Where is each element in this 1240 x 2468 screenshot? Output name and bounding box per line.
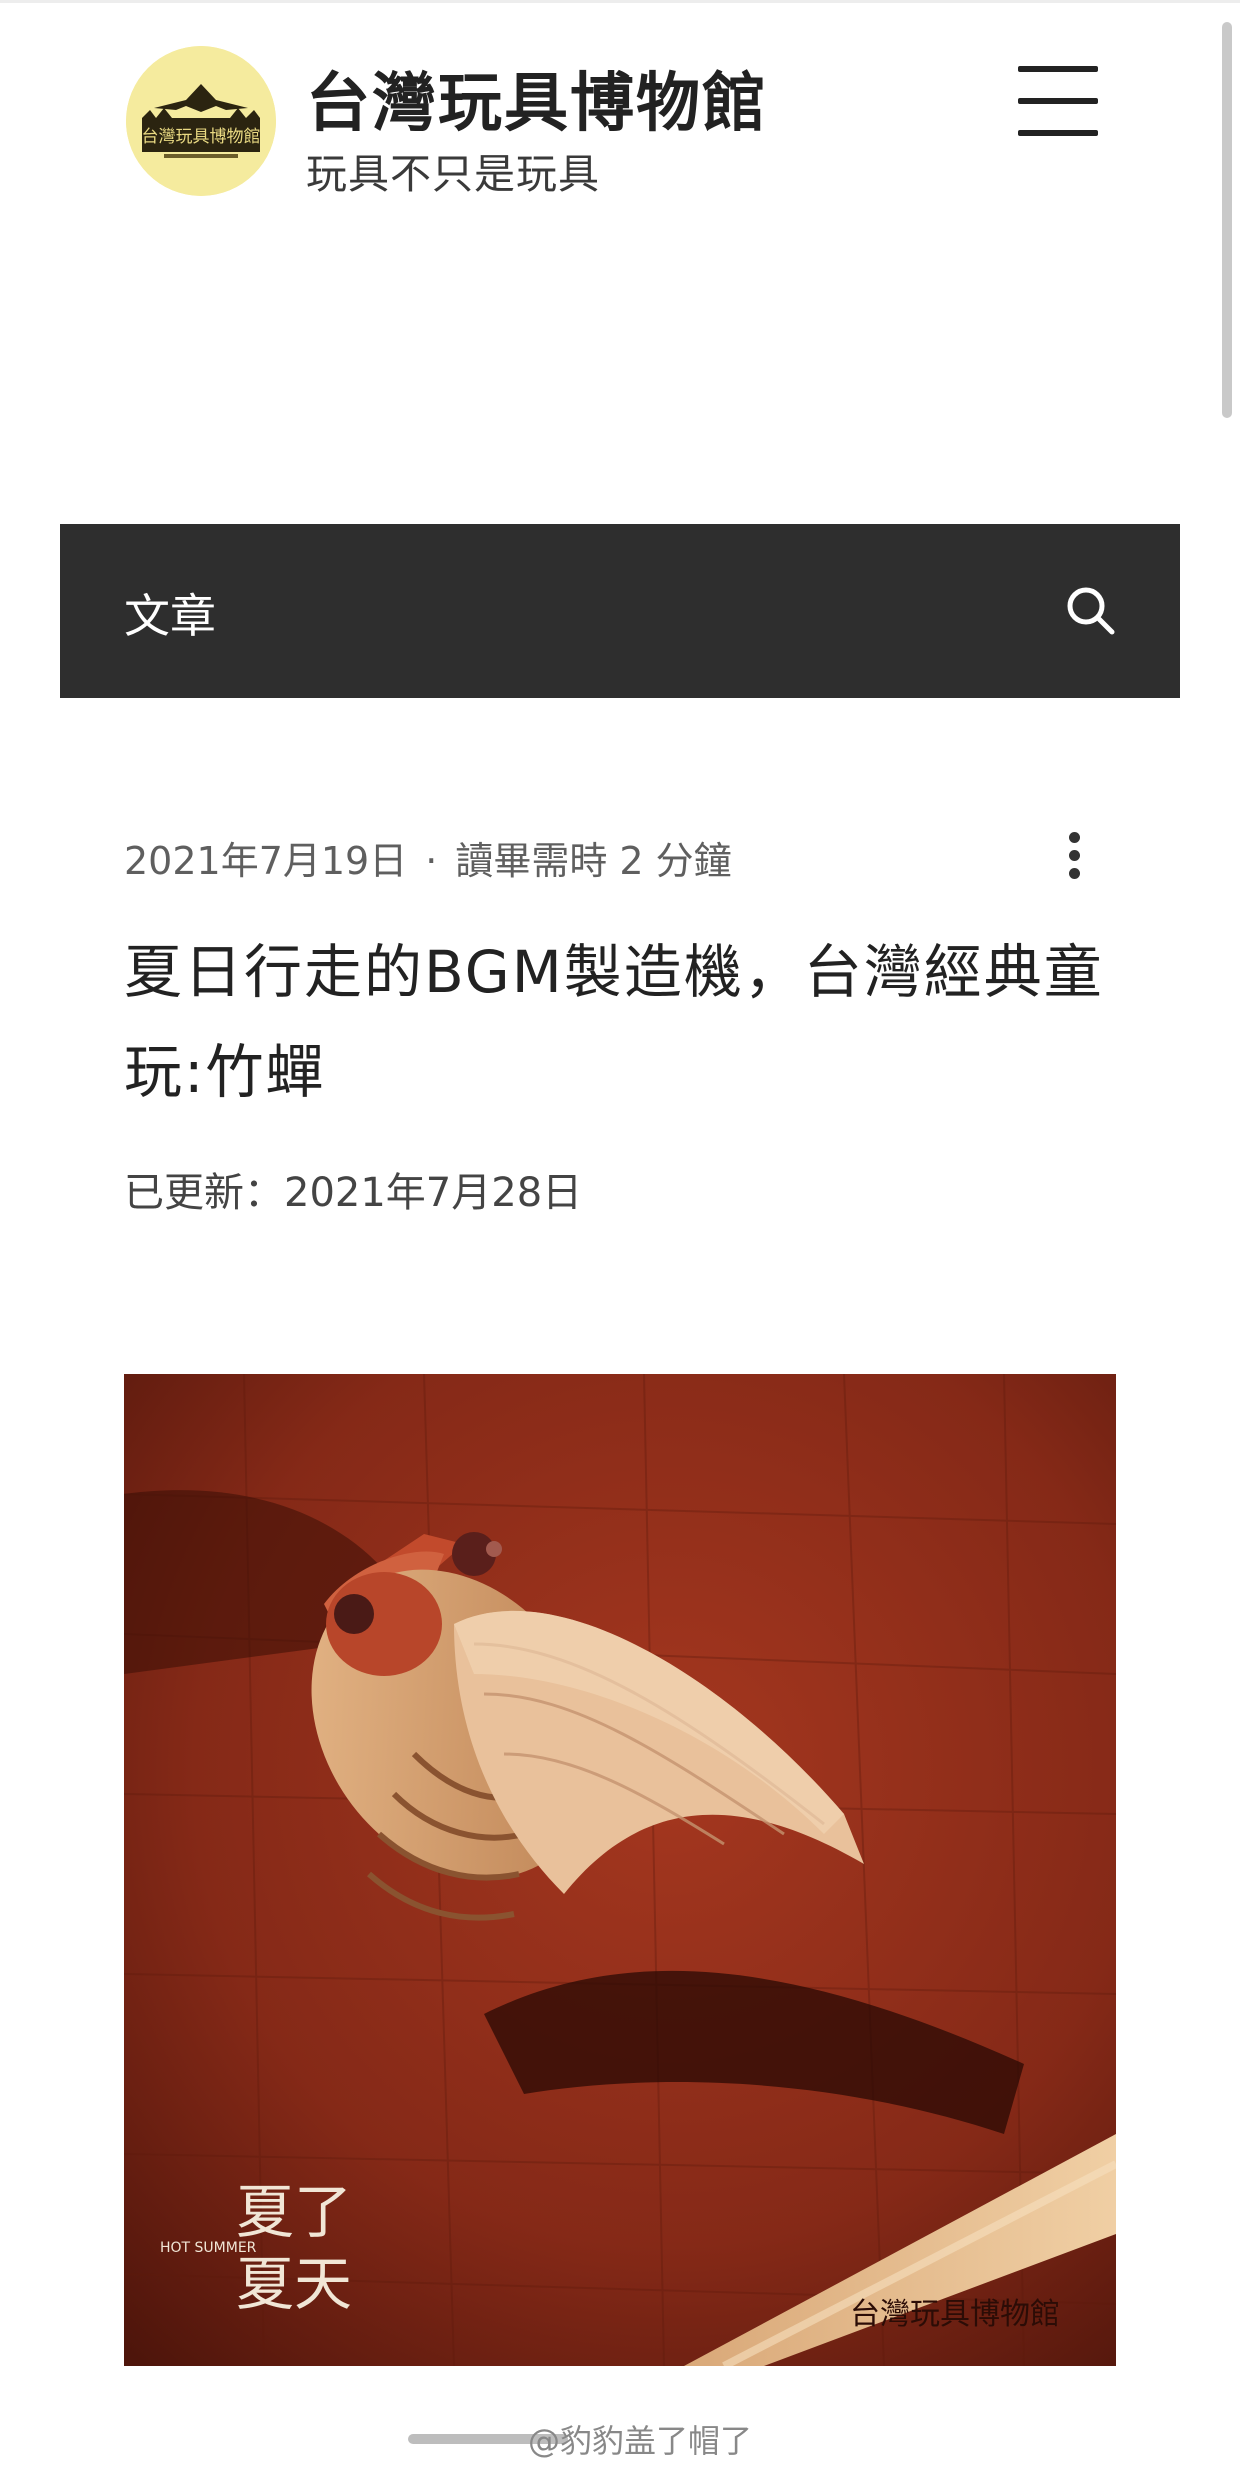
svg-text:夏天: 夏天 [236, 2250, 352, 2318]
search-icon[interactable] [1064, 584, 1118, 638]
scrollbar[interactable] [1222, 22, 1232, 418]
svg-text:HOT SUMMER: HOT SUMMER [160, 2240, 257, 2256]
site-tagline: 玩具不只是玩具 [306, 150, 600, 198]
svg-text:夏了: 夏了 [236, 2178, 352, 2246]
meta-separator: · [425, 839, 438, 883]
post-updated-date: 已更新：2021年7月28日 [124, 1170, 583, 1216]
category-nav-bar [60, 524, 1180, 698]
svg-text:台灣玩具博物館: 台灣玩具博物館 [850, 2297, 1060, 2332]
site-title[interactable]: 台灣玩具博物館 [306, 52, 768, 144]
read-time: 讀畢需時 2 分鐘 [455, 839, 732, 883]
category-label[interactable]: 文章 [124, 580, 216, 646]
svg-text:台灣玩具博物館: 台灣玩具博物館 [142, 127, 261, 147]
hamburger-menu-icon[interactable] [1018, 64, 1098, 140]
post-title: 夏日行走的BGM製造機，台灣經典童玩:竹蟬 [124, 938, 1104, 1106]
post-date: 2021年7月19日 [124, 839, 408, 883]
footer-watermark: @豹豹盖了帽了 [528, 2422, 753, 2460]
post-image[interactable]: 夏了 夏天 HOT SUMMER 台灣玩具博物館 [124, 1374, 1116, 2366]
site-logo[interactable]: 台灣玩具博物館 [126, 46, 276, 196]
more-vertical-icon[interactable] [1064, 830, 1086, 880]
top-border [0, 0, 1240, 3]
post-meta: 2021年7月19日 · 讀畢需時 2 分鐘 [124, 830, 732, 885]
